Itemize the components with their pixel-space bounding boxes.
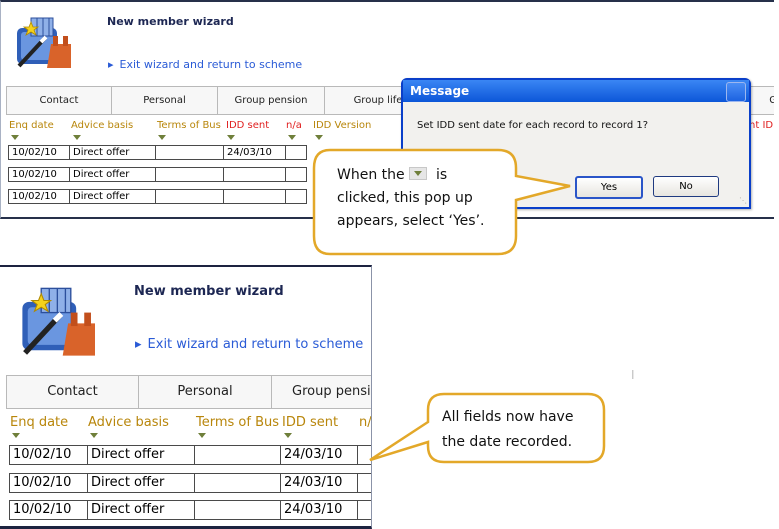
- col-terms-of-bus[interactable]: Terms of Bus: [196, 415, 279, 430]
- idd-sent-field[interactable]: [223, 167, 285, 182]
- advice-basis-field[interactable]: Direct offer: [69, 189, 155, 204]
- dialog-message: Set IDD sent date for each record to rec…: [417, 120, 649, 131]
- col-enq-date[interactable]: Enq date: [10, 415, 68, 430]
- col-idd-sent[interactable]: IDD sent: [226, 120, 269, 131]
- idd-sent-field[interactable]: 24/03/10: [280, 445, 357, 465]
- dropdown-arrow-icon[interactable]: [12, 433, 20, 438]
- dropdown-arrow-icon: [409, 166, 428, 180]
- enq-date-field[interactable]: 10/02/10: [8, 145, 69, 160]
- dialog-title: Message: [403, 80, 749, 102]
- callout-1-text: When the is clicked, this pop up appears…: [337, 164, 485, 233]
- idd-sent-field[interactable]: 24/03/10: [223, 145, 285, 160]
- table-row: 10/02/10 Direct offer 24/03/10: [9, 473, 371, 493]
- idd-sent-field[interactable]: 24/03/10: [280, 473, 357, 493]
- exit-wizard-link[interactable]: ▸ Exit wizard and return to scheme: [108, 58, 302, 71]
- terms-of-bus-field[interactable]: [155, 145, 223, 160]
- tab-personal[interactable]: Personal: [139, 376, 272, 408]
- dropdown-arrow-icon[interactable]: [315, 135, 323, 140]
- exit-wizard-link[interactable]: ▸ Exit wizard and return to scheme: [135, 337, 363, 352]
- enq-date-field[interactable]: 10/02/10: [8, 167, 69, 182]
- advice-basis-field[interactable]: Direct offer: [69, 167, 155, 182]
- idd-sent-field[interactable]: [223, 189, 285, 204]
- dropdown-arrow-icon[interactable]: [73, 135, 81, 140]
- terms-of-bus-field[interactable]: [155, 189, 223, 204]
- col-idd-version[interactable]: IDD Version: [313, 120, 371, 131]
- callout-2-line-2: the date recorded.: [442, 434, 573, 450]
- wizard-wand-icon: [22, 287, 95, 356]
- terms-of-bus-field[interactable]: [155, 167, 223, 182]
- callout-1-line-2: clicked, this pop up: [337, 190, 473, 206]
- advice-basis-field[interactable]: Direct offer: [69, 145, 155, 160]
- terms-of-bus-field[interactable]: [194, 500, 280, 520]
- col-enq-date[interactable]: Enq date: [9, 120, 54, 131]
- enq-date-field[interactable]: 10/02/10: [9, 473, 87, 493]
- callout-1-line-1: When the is: [337, 166, 448, 183]
- dropdown-arrow-icon[interactable]: [198, 433, 206, 438]
- callout-2-line-1: All fields now have: [442, 409, 574, 425]
- na-field[interactable]: [285, 189, 307, 204]
- col-terms-of-bus[interactable]: Terms of Bus: [157, 120, 221, 131]
- callout-1-line-3: appears, select ‘Yes’.: [337, 213, 485, 229]
- wizard-wand-icon: [17, 17, 71, 68]
- terms-of-bus-field[interactable]: [194, 473, 280, 493]
- advice-basis-field[interactable]: Direct offer: [87, 473, 194, 493]
- col-advice-basis[interactable]: Advice basis: [71, 120, 133, 131]
- table-row: 10/02/10 Direct offer: [8, 167, 307, 182]
- dropdown-arrow-icon[interactable]: [158, 135, 166, 140]
- col-nt-id[interactable]: nt ID: [749, 120, 773, 131]
- wizard-title: New member wizard: [134, 284, 284, 299]
- tab-bar: Contact Personal Group pensio: [6, 375, 371, 409]
- dropdown-arrow-icon[interactable]: [284, 433, 292, 438]
- resize-grip-icon[interactable]: ⋱: [739, 196, 747, 205]
- advice-basis-field[interactable]: Direct offer: [87, 500, 194, 520]
- arrow-right-icon: ▸: [135, 337, 142, 352]
- terms-of-bus-field[interactable]: [194, 445, 280, 465]
- tab-contact[interactable]: Contact: [7, 87, 112, 114]
- close-icon[interactable]: [726, 82, 746, 102]
- enq-date-field[interactable]: 10/02/10: [8, 189, 69, 204]
- na-field[interactable]: [285, 145, 307, 160]
- na-field[interactable]: [357, 473, 371, 493]
- text-cursor-icon: I: [631, 368, 635, 382]
- tab-personal[interactable]: Personal: [112, 87, 218, 114]
- dropdown-arrow-icon[interactable]: [90, 433, 98, 438]
- enq-date-field[interactable]: 10/02/10: [9, 500, 87, 520]
- arrow-right-icon: ▸: [108, 58, 114, 71]
- callout-2-text: All fields now have the date recorded.: [442, 405, 573, 455]
- no-button[interactable]: No: [653, 176, 719, 197]
- na-field[interactable]: [357, 500, 371, 520]
- tab-group-pension[interactable]: Group pension: [218, 87, 325, 114]
- bottom-screenshot: New member wizard ▸ Exit wizard and retur…: [0, 265, 372, 529]
- table-row: 10/02/10 Direct offer 24/03/10: [9, 445, 371, 465]
- col-idd-sent[interactable]: IDD sent: [282, 415, 338, 430]
- wizard-title: New member wizard: [107, 15, 234, 28]
- table-row: 10/02/10 Direct offer: [8, 189, 307, 204]
- col-advice-basis[interactable]: Advice basis: [88, 415, 169, 430]
- tab-contact[interactable]: Contact: [7, 376, 139, 408]
- advice-basis-field[interactable]: Direct offer: [87, 445, 194, 465]
- tab-group-pension[interactable]: Group pensio: [272, 376, 371, 408]
- table-row: 10/02/10 Direct offer 24/03/10: [9, 500, 371, 520]
- dropdown-arrow-icon[interactable]: [227, 135, 235, 140]
- na-field[interactable]: [285, 167, 307, 182]
- dropdown-arrow-icon[interactable]: [288, 135, 296, 140]
- enq-date-field[interactable]: 10/02/10: [9, 445, 87, 465]
- table-row: 10/02/10 Direct offer 24/03/10: [8, 145, 307, 160]
- idd-sent-field[interactable]: 24/03/10: [280, 500, 357, 520]
- dropdown-arrow-icon[interactable]: [11, 135, 19, 140]
- col-na[interactable]: n/a: [286, 120, 302, 131]
- yes-button[interactable]: Yes: [575, 176, 643, 199]
